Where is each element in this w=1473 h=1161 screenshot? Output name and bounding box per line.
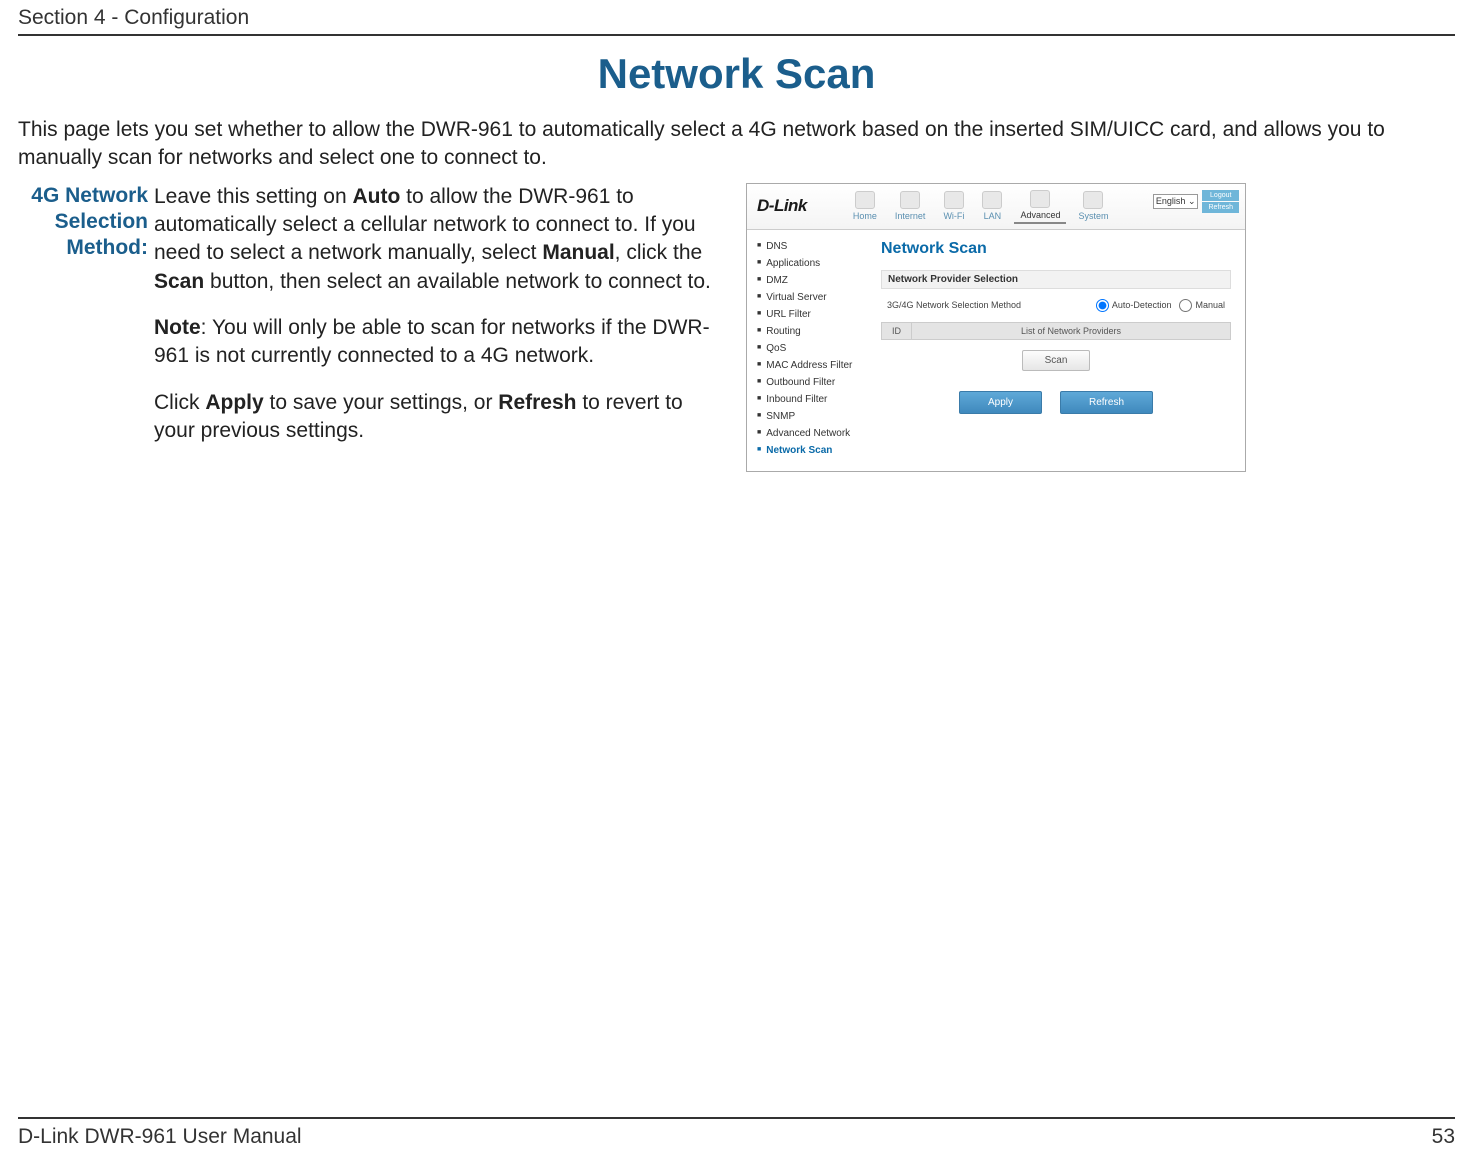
ui-body: DNS Applications DMZ Virtual Server URL …: [747, 230, 1245, 471]
sidebar-item-mac-filter[interactable]: MAC Address Filter: [757, 357, 867, 374]
language-value: English: [1156, 196, 1186, 206]
radio-manual-input[interactable]: [1179, 299, 1192, 312]
apply-button[interactable]: Apply: [959, 391, 1042, 414]
radio-auto[interactable]: Auto-Detection: [1096, 299, 1172, 312]
radio-manual-label: Manual: [1195, 300, 1225, 310]
text: Click: [154, 391, 205, 414]
sidebar-item-inbound-filter[interactable]: Inbound Filter: [757, 391, 867, 408]
tab-label: Advanced: [1020, 210, 1060, 220]
text: to save your settings, or: [264, 391, 499, 414]
refresh-settings-button[interactable]: Refresh: [1060, 391, 1153, 414]
top-right-controls: English ⌄ Logout Refresh: [1153, 190, 1239, 213]
tab-label: System: [1078, 211, 1108, 221]
selection-method-row: 3G/4G Network Selection Method Auto-Dete…: [881, 295, 1231, 316]
page-number: 53: [1432, 1125, 1455, 1149]
sidebar-item-routing[interactable]: Routing: [757, 323, 867, 340]
field-label-line2: Selection: [55, 210, 148, 233]
tab-wifi[interactable]: Wi-Fi: [937, 189, 970, 223]
doc-header: Section 4 - Configuration: [18, 0, 1455, 36]
sidebar-item-advanced-network[interactable]: Advanced Network: [757, 425, 867, 442]
tab-internet[interactable]: Internet: [889, 189, 932, 223]
wifi-icon: [944, 191, 964, 209]
advanced-icon: [1030, 190, 1050, 208]
tab-label: Home: [853, 211, 877, 221]
router-ui-screenshot: English ⌄ Logout Refresh D-Link Home Int…: [746, 183, 1246, 472]
page-title: Network Scan: [18, 50, 1455, 98]
text-bold: Refresh: [498, 391, 576, 414]
radio-auto-label: Auto-Detection: [1112, 300, 1172, 310]
content-panel: Network Scan Network Provider Selection …: [867, 230, 1245, 471]
field-label: 4G Network Selection Method:: [18, 183, 148, 464]
radio-manual[interactable]: Manual: [1179, 299, 1225, 312]
tab-label: LAN: [984, 211, 1002, 221]
home-icon: [855, 191, 875, 209]
note-text: : You will only be able to scan for netw…: [154, 316, 710, 367]
text-bold: Apply: [205, 391, 263, 414]
tab-label: Internet: [895, 211, 926, 221]
text: Leave this setting on: [154, 185, 352, 208]
intro-text: This page lets you set whether to allow …: [18, 116, 1455, 173]
chevron-down-icon: ⌄: [1188, 196, 1196, 206]
refresh-button[interactable]: Refresh: [1202, 202, 1239, 213]
sidebar-item-dmz[interactable]: DMZ: [757, 272, 867, 289]
sidebar-item-snmp[interactable]: SNMP: [757, 408, 867, 425]
language-select[interactable]: English ⌄: [1153, 194, 1199, 209]
text: button, then select an available network…: [204, 270, 711, 293]
providers-table: ID List of Network Providers: [881, 322, 1231, 340]
sidebar-item-outbound-filter[interactable]: Outbound Filter: [757, 374, 867, 391]
text-bold: Manual: [542, 241, 614, 264]
footer-left: D-Link DWR-961 User Manual: [18, 1125, 302, 1149]
row-label: 3G/4G Network Selection Method: [887, 300, 1088, 310]
text-bold: Scan: [154, 270, 204, 293]
sidebar-item-virtual-server[interactable]: Virtual Server: [757, 289, 867, 306]
radio-auto-input[interactable]: [1096, 299, 1109, 312]
text-bold: Auto: [352, 185, 400, 208]
sidebar-item-applications[interactable]: Applications: [757, 255, 867, 272]
tab-home[interactable]: Home: [847, 189, 883, 223]
dlink-logo: D-Link: [757, 196, 807, 216]
nav-tabs: Home Internet Wi-Fi LAN Advanced System: [847, 188, 1115, 224]
tab-advanced[interactable]: Advanced: [1014, 188, 1066, 224]
page-footer: D-Link DWR-961 User Manual 53: [18, 1117, 1455, 1149]
note-label: Note: [154, 316, 201, 339]
tab-lan[interactable]: LAN: [976, 189, 1008, 223]
corner-buttons: Logout Refresh: [1202, 190, 1239, 213]
tab-label: Wi-Fi: [943, 211, 964, 221]
description-column: 4G Network Selection Method: Leave this …: [18, 183, 728, 464]
logout-button[interactable]: Logout: [1202, 190, 1239, 201]
col-id: ID: [882, 322, 912, 339]
field-label-line1: 4G Network: [31, 184, 148, 207]
sidebar-item-network-scan[interactable]: Network Scan: [757, 442, 867, 459]
scan-button[interactable]: Scan: [1022, 350, 1091, 371]
col-providers: List of Network Providers: [912, 322, 1231, 339]
sidebar-item-dns[interactable]: DNS: [757, 238, 867, 255]
action-button-row: Apply Refresh: [881, 391, 1231, 414]
system-icon: [1083, 191, 1103, 209]
scan-row: Scan: [881, 340, 1231, 377]
internet-icon: [900, 191, 920, 209]
tab-system[interactable]: System: [1072, 189, 1114, 223]
text: , click the: [615, 241, 703, 264]
main-content-row: 4G Network Selection Method: Leave this …: [18, 183, 1455, 472]
field-label-line3: Method:: [66, 236, 148, 259]
content-heading: Network Scan: [881, 240, 1231, 258]
section-header: Network Provider Selection: [881, 270, 1231, 289]
sidebar-item-url-filter[interactable]: URL Filter: [757, 306, 867, 323]
field-description: Leave this setting on Auto to allow the …: [154, 183, 728, 464]
sidebar-item-qos[interactable]: QoS: [757, 340, 867, 357]
sidebar-menu: DNS Applications DMZ Virtual Server URL …: [747, 230, 867, 471]
lan-icon: [982, 191, 1002, 209]
